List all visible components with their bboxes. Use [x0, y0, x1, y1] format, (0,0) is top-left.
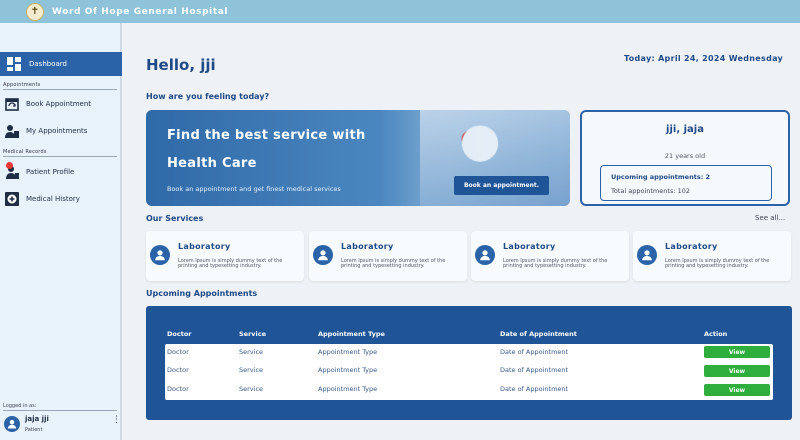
feeling-prompt: How are you feeling today?: [146, 92, 270, 101]
profile-name: jji, jaja: [666, 124, 704, 135]
section-label-medical-records: Medical Records: [3, 149, 47, 155]
service-avatar-icon: [637, 245, 657, 265]
today-date: Today: April 24, 2024 Wednesday: [624, 54, 784, 63]
sidebar: Dashboard Appointments Book Appointment …: [0, 23, 122, 440]
service-card[interactable]: Laboratory Lorem Ipsum is simply dummy t…: [633, 231, 791, 281]
service-description: Lorem Ipsum is simply dummy text of the …: [503, 258, 608, 270]
service-card[interactable]: Laboratory Lorem Ipsum is simply dummy t…: [309, 231, 467, 281]
service-description: Lorem Ipsum is simply dummy text of the …: [178, 258, 283, 270]
medical-history-icon: [4, 191, 20, 207]
hero-title: Health Care: [167, 156, 257, 171]
profile-age: 21 years old: [664, 152, 706, 160]
see-all-link[interactable]: See all...: [755, 214, 785, 222]
column-header-type: Appointment Type: [318, 330, 385, 338]
service-title: Laboratory: [178, 242, 231, 251]
cell-doctor: Doctor: [167, 366, 189, 374]
patient-profile-icon: [4, 162, 20, 180]
sidebar-item-my-appointments[interactable]: My Appointments: [4, 121, 118, 141]
service-avatar-icon: [475, 245, 495, 265]
user-name: jaja jji: [25, 415, 49, 423]
dashboard-grid-icon: [6, 56, 22, 72]
total-count: Total appointments: 102: [611, 187, 690, 195]
hero-subtitle: Book an appointment and get finest medic…: [167, 185, 341, 193]
cell-service: Service: [239, 348, 264, 356]
upcoming-count: Upcoming appointments: 2: [611, 173, 711, 181]
hero-title: Find the best service with: [167, 128, 366, 143]
column-header-doctor: Doctor: [167, 330, 192, 338]
divider: [3, 89, 117, 90]
service-title: Laboratory: [665, 242, 718, 251]
cell-doctor: Doctor: [167, 348, 189, 356]
cell-type: Appointment Type: [318, 385, 378, 393]
sidebar-item-medical-history[interactable]: Medical History: [4, 189, 118, 209]
column-header-date: Date of Appointment: [500, 330, 577, 338]
sidebar-item-label: Patient Profile: [26, 168, 75, 176]
service-avatar-icon: [313, 245, 333, 265]
appointments-table: Doctor Service Appointment Type Date of …: [146, 306, 792, 420]
service-title: Laboratory: [503, 242, 556, 251]
view-button[interactable]: View: [704, 346, 770, 358]
appointment-summary: Upcoming appointments: 2 Total appointme…: [600, 165, 772, 201]
service-title: Laboratory: [341, 242, 394, 251]
user-avatar-icon: [4, 416, 20, 432]
cell-date: Date of Appointment: [500, 348, 569, 356]
divider: [3, 156, 117, 157]
divider: [3, 410, 117, 411]
cell-service: Service: [239, 366, 264, 374]
cell-date: Date of Appointment: [500, 366, 569, 374]
column-header-action: Action: [704, 330, 728, 338]
app-title: Word Of Hope General Hospital: [52, 6, 229, 17]
column-header-service: Service: [239, 330, 267, 338]
hero-banner: Find the best service with Health Care B…: [146, 110, 570, 206]
sidebar-item-patient-profile[interactable]: Patient Profile: [4, 162, 118, 182]
more-options-icon[interactable]: ⋮: [112, 416, 121, 425]
profile-card: jji, jaja 21 years old Upcoming appointm…: [580, 110, 790, 206]
logged-in-label: Logged in as:: [3, 403, 37, 409]
cell-type: Appointment Type: [318, 348, 378, 356]
user-role: Patient: [25, 427, 43, 433]
cell-type: Appointment Type: [318, 366, 378, 374]
sidebar-item-dashboard[interactable]: Dashboard: [0, 52, 122, 76]
view-button[interactable]: View: [704, 384, 770, 396]
sidebar-item-label: Medical History: [26, 195, 80, 203]
view-button[interactable]: View: [704, 365, 770, 377]
service-card[interactable]: Laboratory Lorem Ipsum is simply dummy t…: [146, 231, 304, 281]
cross-logo-icon: ✝: [26, 2, 44, 21]
sidebar-item-label: Dashboard: [29, 60, 67, 68]
section-label-appointments: Appointments: [3, 82, 41, 88]
services-title: Our Services: [146, 214, 204, 223]
upcoming-appointments-title: Upcoming Appointments: [146, 289, 258, 298]
notification-badge: [6, 162, 13, 169]
book-appointment-button[interactable]: Book an appointment.: [454, 176, 549, 195]
user-clipboard-icon: [4, 123, 20, 139]
service-card[interactable]: Laboratory Lorem Ipsum is simply dummy t…: [471, 231, 629, 281]
cell-service: Service: [239, 385, 264, 393]
page-greeting: Hello, jji: [146, 56, 216, 74]
sidebar-item-label: Book Appointment: [26, 100, 92, 108]
sidebar-item-label: My Appointments: [26, 127, 88, 135]
cell-date: Date of Appointment: [500, 385, 569, 393]
service-description: Lorem Ipsum is simply dummy text of the …: [665, 258, 770, 270]
cell-doctor: Doctor: [167, 385, 189, 393]
table-body: Doctor Service Appointment Type Date of …: [165, 344, 773, 400]
calendar-refresh-icon: [4, 96, 20, 112]
top-bar: ✝ Word Of Hope General Hospital: [0, 0, 800, 23]
service-avatar-icon: [150, 245, 170, 265]
service-description: Lorem Ipsum is simply dummy text of the …: [341, 258, 446, 270]
sidebar-item-book-appointment[interactable]: Book Appointment: [4, 94, 118, 114]
